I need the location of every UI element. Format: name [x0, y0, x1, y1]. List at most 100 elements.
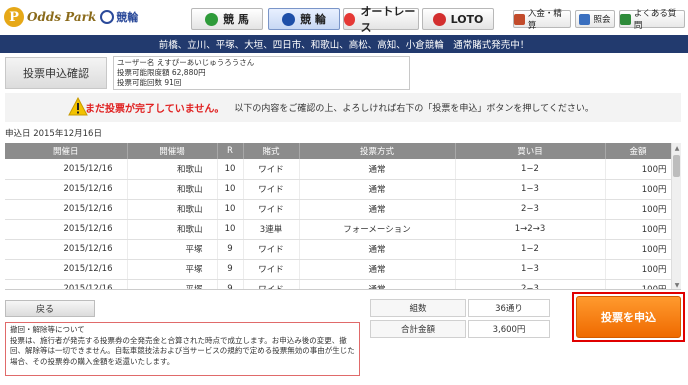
cell-race: 9 [217, 259, 244, 280]
tab-label: 競 馬 [223, 13, 249, 26]
cell-amount: 100円 [605, 179, 672, 200]
warning-banner: まだ投票が完了していません。 以下の内容をご確認の上、よろしければ右下の「投票を… [5, 93, 681, 122]
table-row: 2015/12/16 平塚 9 ワイド 通常 1−3 100円 [5, 259, 672, 280]
tab-loto[interactable]: LOTO [422, 8, 494, 30]
cell-amount: 100円 [605, 219, 672, 240]
tab-keirin[interactable]: 競 輪 [268, 8, 340, 30]
logo-sub-text: 競輪 [116, 11, 139, 24]
table-row: 2015/12/16 平塚 9 ワイド 通常 2−3 100円 [5, 279, 672, 289]
user-info-box: ユーザー名 えすぴーあいじゅうろうさん 投票可能限度額 62,880円 投票可能… [113, 56, 410, 90]
summary-total-value: 3,600円 [468, 320, 550, 338]
tab-label: オートレース [360, 5, 416, 34]
table-scrollbar[interactable]: ▲ ▼ [671, 143, 681, 289]
cell-date: 2015/12/16 [5, 199, 128, 220]
cell-method: 通常 [299, 279, 456, 289]
warning-icon [68, 97, 88, 116]
loto-icon [432, 12, 446, 26]
cell-venue: 平塚 [127, 279, 218, 289]
submit-bet-button[interactable]: 投票を申込 [576, 296, 681, 338]
submit-bet-label: 投票を申込 [601, 311, 656, 324]
cell-race: 9 [217, 279, 244, 289]
user-name: ユーザー名 えすぴーあいじゅうろうさん [117, 58, 255, 67]
table-row: 2015/12/16 和歌山 10 ワイド 通常 1−2 100円 [5, 159, 672, 180]
cell-amount: 100円 [605, 279, 672, 289]
cell-bet-type: ワイド [243, 259, 300, 280]
cell-method: 通常 [299, 179, 456, 200]
cell-date: 2015/12/16 [5, 279, 128, 289]
logo-badge-icon: P [4, 7, 24, 27]
announcement-bar: 前橋、立川、平塚、大垣、四日市、和歌山、高松、高知、小倉競輪 通常賭式発売中！ [0, 35, 688, 53]
util-label: 照会 [593, 15, 611, 25]
cell-venue: 平塚 [127, 239, 218, 260]
table-row: 2015/12/16 和歌山 10 ワイド 通常 1−3 100円 [5, 179, 672, 200]
cell-bet-type: ワイド [243, 279, 300, 289]
faq-link[interactable]: よくある質問 [619, 9, 685, 31]
col-header-bet-type: 賭式 [243, 143, 300, 159]
cell-selection: 2−3 [455, 279, 606, 289]
cell-race: 9 [217, 239, 244, 260]
announcement-text: 前橋、立川、平塚、大垣、四日市、和歌山、高松、高知、小倉競輪 通常賭式発売中！ [158, 40, 530, 51]
scroll-up-arrow-icon[interactable]: ▲ [672, 143, 681, 153]
summary-count-value: 36通り [468, 299, 550, 317]
col-header-venue: 開催場 [127, 143, 218, 159]
cell-bet-type: ワイド [243, 199, 300, 220]
warning-detail-text: 以下の内容をご確認の上、よろしければ右下の「投票を申込」ボタンを押してください。 [234, 104, 594, 114]
cell-method: フォーメーション [299, 219, 456, 240]
col-header-method: 投票方式 [299, 143, 456, 159]
cell-selection: 1→2→3 [455, 219, 606, 240]
cell-date: 2015/12/16 [5, 219, 128, 240]
cell-date: 2015/12/16 [5, 159, 128, 180]
tab-autorace[interactable]: オートレース [343, 5, 419, 34]
inquiry-link[interactable]: 照会 [575, 10, 615, 28]
cell-race: 10 [217, 219, 244, 240]
cell-venue: 和歌山 [127, 159, 218, 180]
cell-amount: 100円 [605, 159, 672, 180]
scroll-thumb[interactable] [673, 155, 680, 177]
cell-race: 10 [217, 199, 244, 220]
col-header-amount: 金額 [605, 143, 672, 159]
util-label: よくある質問 [633, 9, 677, 31]
logo-text: Odds Park [27, 10, 97, 24]
cell-venue: 和歌山 [127, 219, 218, 240]
question-icon [620, 13, 631, 25]
scroll-down-arrow-icon[interactable]: ▼ [672, 280, 681, 289]
cell-amount: 100円 [605, 239, 672, 260]
keirin-wheel-icon [100, 10, 115, 24]
tab-label: LOTO [450, 12, 484, 26]
cell-date: 2015/12/16 [5, 259, 128, 280]
logo[interactable]: P Odds Park 競輪 [4, 6, 138, 28]
back-button[interactable]: 戻る [5, 300, 95, 317]
cancellation-notice: 撤回・解除等について 投票は、施行者が発売する投票券の全発売金と合算された時点で… [5, 322, 360, 376]
summary-total-label: 合計金額 [370, 320, 466, 338]
cell-bet-type: ワイド [243, 159, 300, 180]
bet-limit: 投票可能限度額 62,880円 [117, 68, 206, 77]
horse-icon [205, 12, 219, 26]
bet-table-container[interactable]: 開催日 開催場 R 賭式 投票方式 買い目 金額 2015/12/16 和歌山 … [5, 143, 681, 290]
cell-selection: 1−3 [455, 259, 606, 280]
table-header-row: 開催日 開催場 R 賭式 投票方式 買い目 金額 [5, 143, 672, 159]
cell-date: 2015/12/16 [5, 239, 128, 260]
tab-keiba[interactable]: 競 馬 [191, 8, 263, 30]
col-header-date: 開催日 [5, 143, 128, 159]
deposit-settle-link[interactable]: 入金・精算 [513, 9, 571, 31]
table-row: 2015/12/16 平塚 9 ワイド 通常 1−2 100円 [5, 239, 672, 260]
table-row: 2015/12/16 和歌山 10 ワイド 通常 2−3 100円 [5, 199, 672, 220]
bicycle-icon [282, 12, 296, 26]
cell-method: 通常 [299, 259, 456, 280]
cell-venue: 平塚 [127, 259, 218, 280]
motorbike-icon [344, 12, 356, 26]
bet-count: 投票可能回数 91回 [117, 78, 182, 87]
cell-bet-type: 3連単 [243, 219, 300, 240]
notice-body: 投票は、施行者が発売する投票券の全発売金と合算された時点で成立します。お申込み後… [10, 335, 355, 366]
page-title-text: 投票申込確認 [23, 67, 89, 80]
cell-method: 通常 [299, 239, 456, 260]
bet-table: 開催日 開催場 R 賭式 投票方式 買い目 金額 2015/12/16 和歌山 … [5, 143, 672, 289]
cell-bet-type: ワイド [243, 239, 300, 260]
document-icon [579, 13, 591, 25]
cell-amount: 100円 [605, 259, 672, 280]
cell-selection: 1−2 [455, 239, 606, 260]
cell-date: 2015/12/16 [5, 179, 128, 200]
back-button-label: 戻る [36, 305, 55, 315]
notice-title: 撤回・解除等について [10, 325, 85, 334]
summary-count-label: 組数 [370, 299, 466, 317]
